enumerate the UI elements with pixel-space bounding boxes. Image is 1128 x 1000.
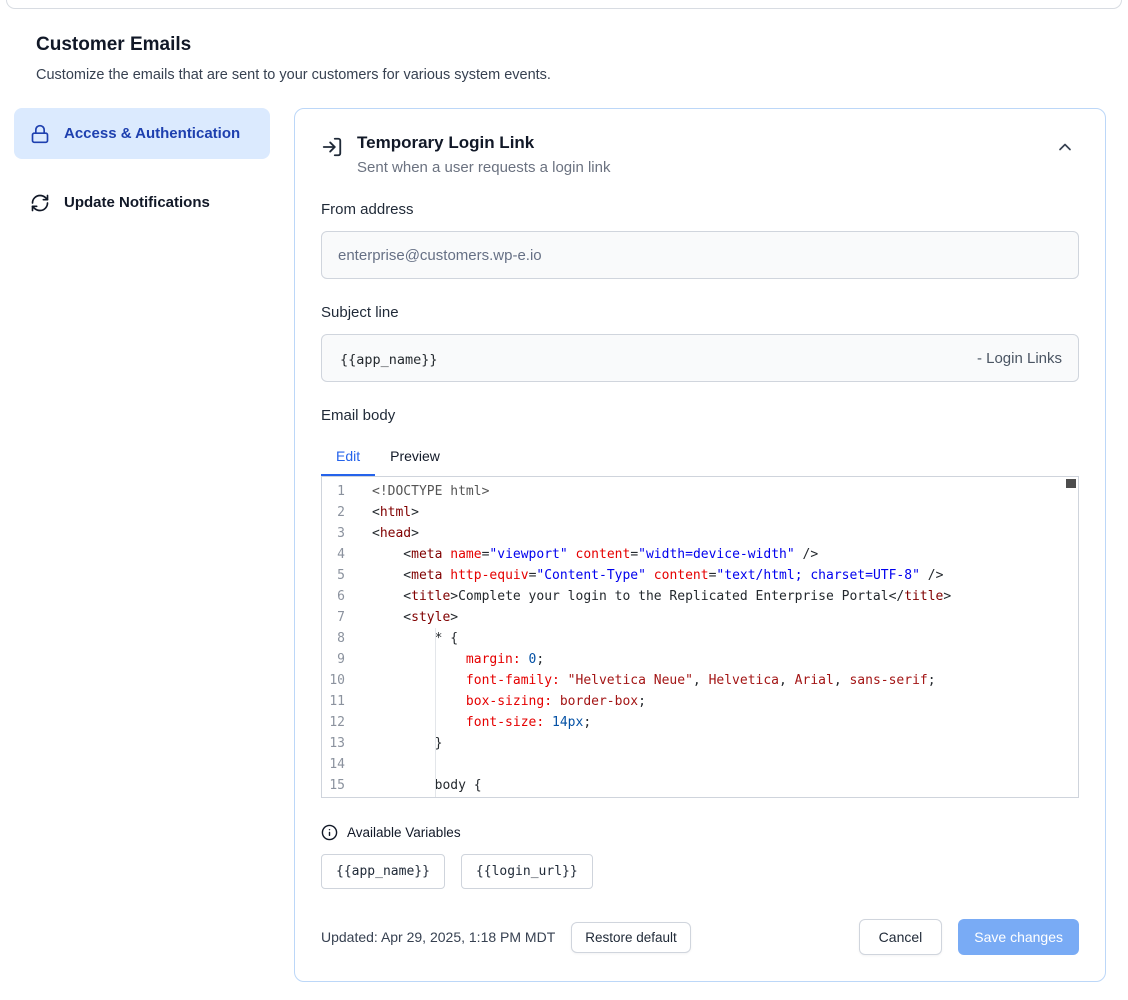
line-number: 11 [322,691,345,712]
page-title: Customer Emails [36,34,1092,56]
code-line: <meta name="viewport" content="width=dev… [372,544,1078,565]
page-header: Customer Emails Customize the emails tha… [0,9,1128,83]
line-number: 6 [322,586,345,607]
variable-chip-app-name[interactable]: {{app_name}} [321,854,445,889]
restore-default-button[interactable]: Restore default [571,922,691,953]
code-line: <html> [372,502,1078,523]
top-divider [6,0,1122,9]
scrollbar-thumb[interactable] [1066,479,1076,488]
tab-preview[interactable]: Preview [375,438,455,476]
code-line [372,754,1078,775]
save-changes-button[interactable]: Save changes [958,919,1079,955]
collapse-button[interactable] [1051,133,1079,161]
code-line: background-color: #f9f9f9; [372,796,1078,798]
code-line: body { [372,775,1078,796]
panel-header-text: Temporary Login Link Sent when a user re… [357,133,610,176]
subject-line-label: Subject line [321,304,1079,321]
indent-guide [435,628,436,797]
line-number: 2 [322,502,345,523]
editor-tabs: Edit Preview [321,438,1079,476]
line-number: 16 [322,796,345,798]
line-number: 13 [322,733,345,754]
line-number: 10 [322,670,345,691]
code-line: <title>Complete your login to the Replic… [372,586,1078,607]
code-content[interactable]: <!DOCTYPE html><html><head> <meta name="… [370,477,1078,797]
code-line: margin: 0; [372,649,1078,670]
code-line: } [372,733,1078,754]
code-line: <style> [372,607,1078,628]
sidebar-item-label: Access & Authentication [64,122,240,145]
subject-line-input[interactable]: {{app_name}} - Login Links [321,334,1079,382]
info-icon [321,824,338,841]
line-number: 7 [322,607,345,628]
line-number: 5 [322,565,345,586]
cancel-button[interactable]: Cancel [859,919,943,955]
code-line: <head> [372,523,1078,544]
code-line: font-family: "Helvetica Neue", Helvetica… [372,670,1078,691]
chevron-up-icon [1055,137,1075,157]
lock-icon [30,124,50,144]
line-number: 4 [322,544,345,565]
from-address-input[interactable] [321,231,1079,279]
code-editor[interactable]: 12345678910111213141516 <!DOCTYPE html><… [321,476,1079,798]
line-number: 8 [322,628,345,649]
line-number: 15 [322,775,345,796]
page-subtitle: Customize the emails that are sent to yo… [36,67,1092,83]
sidebar-item-access-authentication[interactable]: Access & Authentication [14,108,270,159]
code-line: font-size: 14px; [372,712,1078,733]
subject-variable-token: {{app_name}} [338,348,973,368]
code-line: box-sizing: border-box; [372,691,1078,712]
tab-edit[interactable]: Edit [321,438,375,476]
email-template-panel: Temporary Login Link Sent when a user re… [294,108,1106,982]
panel-header: Temporary Login Link Sent when a user re… [321,133,1079,176]
sidebar-item-label: Update Notifications [64,191,210,214]
refresh-icon [30,193,50,213]
updated-timestamp: Updated: Apr 29, 2025, 1:18 PM MDT [321,929,555,945]
from-address-label: From address [321,201,1079,218]
panel-footer: Updated: Apr 29, 2025, 1:18 PM MDT Resto… [321,919,1079,955]
line-number: 3 [322,523,345,544]
code-line: <!DOCTYPE html> [372,481,1078,502]
line-number: 1 [322,481,345,502]
code-line: <meta http-equiv="Content-Type" content=… [372,565,1078,586]
login-icon [321,136,343,158]
available-variables-header: Available Variables [321,824,1079,841]
content-area: Access & Authentication Update Notificat… [0,108,1128,1000]
variable-chip-login-url[interactable]: {{login_url}} [461,854,593,889]
code-line: * { [372,628,1078,649]
sidebar-item-update-notifications[interactable]: Update Notifications [14,177,270,228]
line-number: 9 [322,649,345,670]
subject-text: - Login Links [973,350,1062,367]
line-number: 12 [322,712,345,733]
email-body-label: Email body [321,407,1079,424]
line-number: 14 [322,754,345,775]
line-numbers: 12345678910111213141516 [322,477,370,797]
template-title: Temporary Login Link [357,133,610,153]
variable-chips: {{app_name}} {{login_url}} [321,854,1079,889]
available-variables-title: Available Variables [347,825,461,840]
template-subtitle: Sent when a user requests a login link [357,159,610,176]
email-settings-sidebar: Access & Authentication Update Notificat… [14,108,270,229]
